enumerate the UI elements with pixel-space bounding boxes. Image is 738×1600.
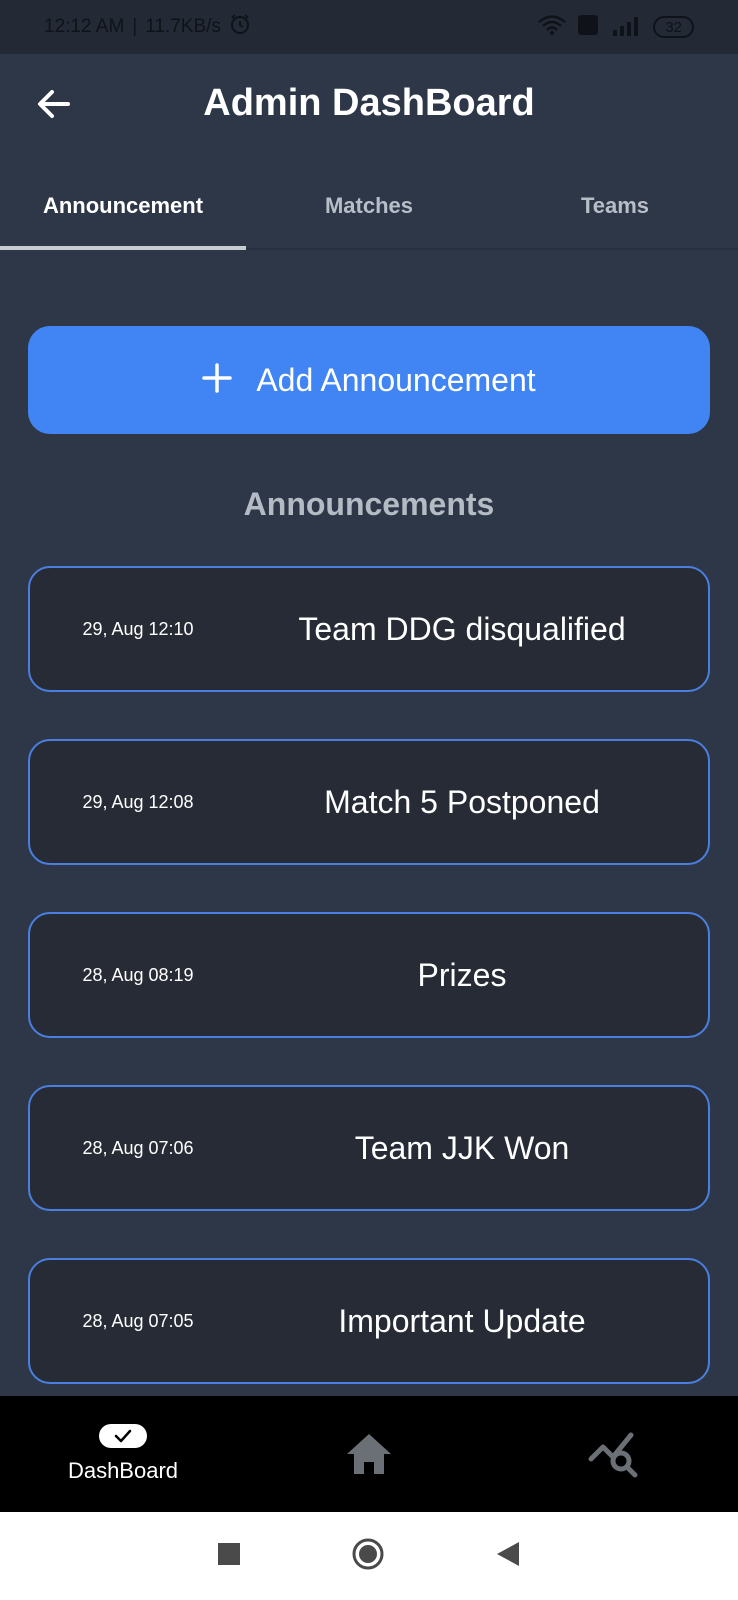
announcement-card[interactable]: 29, Aug 12:10 Team DDG disqualified: [28, 566, 710, 692]
page-title: Admin DashBoard: [203, 82, 535, 124]
announcement-title: Team JJK Won: [354, 1129, 570, 1166]
status-speed: 11.7KB/s: [145, 16, 221, 37]
announcement-title: Important Update: [338, 1302, 586, 1339]
check-pill-icon: [99, 1424, 147, 1448]
announcement-date: 28, Aug 07:05: [82, 1310, 194, 1331]
volte-icon: [577, 14, 599, 41]
announcement-card[interactable]: 28, Aug 07:05 Important Update: [28, 1258, 710, 1384]
back-system-button[interactable]: [495, 1540, 521, 1573]
wifi-icon: [537, 14, 567, 41]
alarm-icon: [229, 13, 251, 41]
plus-icon: [202, 360, 233, 400]
announcement-date: 28, Aug 07:06: [82, 1137, 194, 1158]
add-announcement-button[interactable]: Add Announcement: [28, 326, 710, 434]
status-right: 32: [537, 14, 694, 41]
nav-item-dashboard[interactable]: DashBoard: [0, 1396, 246, 1512]
screen: 12:12 AM | 11.7KB/s 32 Admin DashBoard A…: [0, 0, 738, 1600]
announcement-card[interactable]: 29, Aug 12:08 Match 5 Postponed: [28, 739, 710, 865]
status-time: 12:12 AM: [44, 16, 125, 37]
tab-announcement[interactable]: Announcement: [0, 164, 246, 250]
announcement-date: 29, Aug 12:10: [82, 618, 194, 639]
battery-indicator: 32: [653, 16, 694, 38]
announcement-card[interactable]: 28, Aug 07:06 Team JJK Won: [28, 1085, 710, 1211]
tab-teams[interactable]: Teams: [492, 164, 738, 248]
section-title: Announcements: [243, 486, 495, 522]
nav-item-home[interactable]: [246, 1396, 492, 1512]
status-bar: 12:12 AM | 11.7KB/s 32: [0, 0, 738, 54]
announcement-date: 29, Aug 12:08: [82, 791, 194, 812]
announcement-list: 29, Aug 12:10 Team DDG disqualified 29, …: [28, 566, 710, 1431]
bottom-nav: DashBoard: [0, 1396, 738, 1512]
nav-label-dashboard: DashBoard: [67, 1458, 179, 1483]
nav-item-analytics[interactable]: [492, 1396, 738, 1512]
status-left: 12:12 AM | 11.7KB/s: [44, 13, 251, 41]
announcement-title: Match 5 Postponed: [324, 783, 600, 820]
signal-icon: [609, 14, 643, 41]
home-icon: [347, 1434, 391, 1474]
announcement-title: Prizes: [417, 956, 507, 993]
app-bar: Admin DashBoard: [0, 54, 738, 164]
square-icon: [218, 1542, 240, 1565]
system-nav-bar: [0, 1512, 738, 1600]
tab-matches[interactable]: Matches: [246, 164, 492, 248]
recents-button[interactable]: [217, 1542, 241, 1571]
announcement-date: 28, Aug 08:19: [82, 964, 194, 985]
add-announcement-label: Add Announcement: [256, 361, 536, 398]
triangle-back-icon: [497, 1541, 519, 1566]
home-system-button[interactable]: [351, 1537, 385, 1576]
announcement-card[interactable]: 28, Aug 08:19 Prizes: [28, 912, 710, 1038]
circle-icon: [352, 1538, 384, 1569]
chart-search-icon: [588, 1432, 638, 1478]
status-separator: |: [132, 16, 138, 37]
tab-bar: Announcement Matches Teams: [0, 164, 738, 250]
announcement-title: Team DDG disqualified: [298, 610, 626, 647]
